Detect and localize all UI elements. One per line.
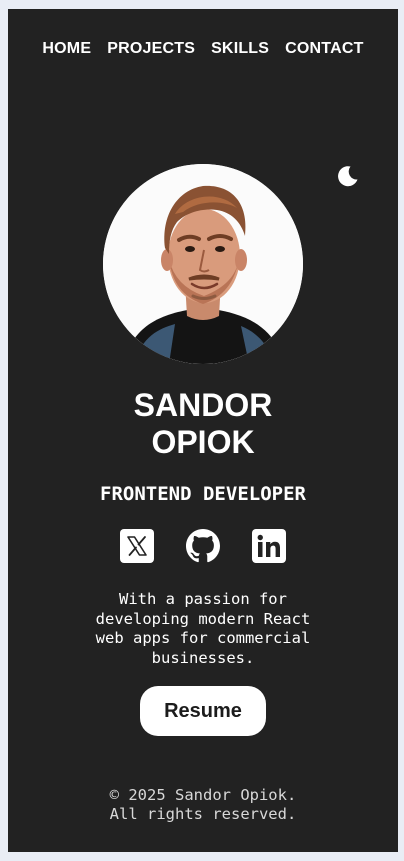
linkedin-icon [252, 529, 286, 563]
profile-name: SANDOR OPIOK [8, 387, 398, 461]
nav-home-link[interactable]: HOME [42, 39, 91, 59]
x-twitter-link[interactable] [119, 528, 155, 564]
profile-tagline: With a passion for developing modern Rea… [95, 590, 311, 667]
profile-role: FRONTEND DEVELOPER [100, 483, 306, 505]
github-icon [186, 529, 220, 563]
portfolio-page: HOME PROJECTS SKILLS CONTACT SANDOR OPIO… [8, 9, 398, 852]
nav-projects-link[interactable]: PROJECTS [107, 39, 195, 59]
top-nav: HOME PROJECTS SKILLS CONTACT [8, 39, 398, 59]
resume-button[interactable]: Resume [140, 686, 266, 736]
github-link[interactable] [185, 528, 221, 564]
linkedin-link[interactable] [251, 528, 287, 564]
portrait-illustration [103, 164, 303, 364]
moon-icon [338, 166, 358, 187]
footer-copyright: © 2025 Sandor Opiok. [109, 786, 297, 804]
social-links [8, 528, 398, 564]
nav-skills-link[interactable]: SKILLS [211, 39, 269, 59]
footer-rights: All rights reserved. [109, 805, 297, 823]
nav-contact-link[interactable]: CONTACT [285, 39, 363, 59]
profile-name-last: OPIOK [151, 424, 255, 460]
theme-toggle-button[interactable] [335, 163, 361, 189]
x-twitter-icon [120, 529, 154, 563]
footer: © 2025 Sandor Opiok. All rights reserved… [8, 786, 398, 824]
avatar [103, 164, 303, 364]
profile-name-first: SANDOR [133, 387, 273, 423]
